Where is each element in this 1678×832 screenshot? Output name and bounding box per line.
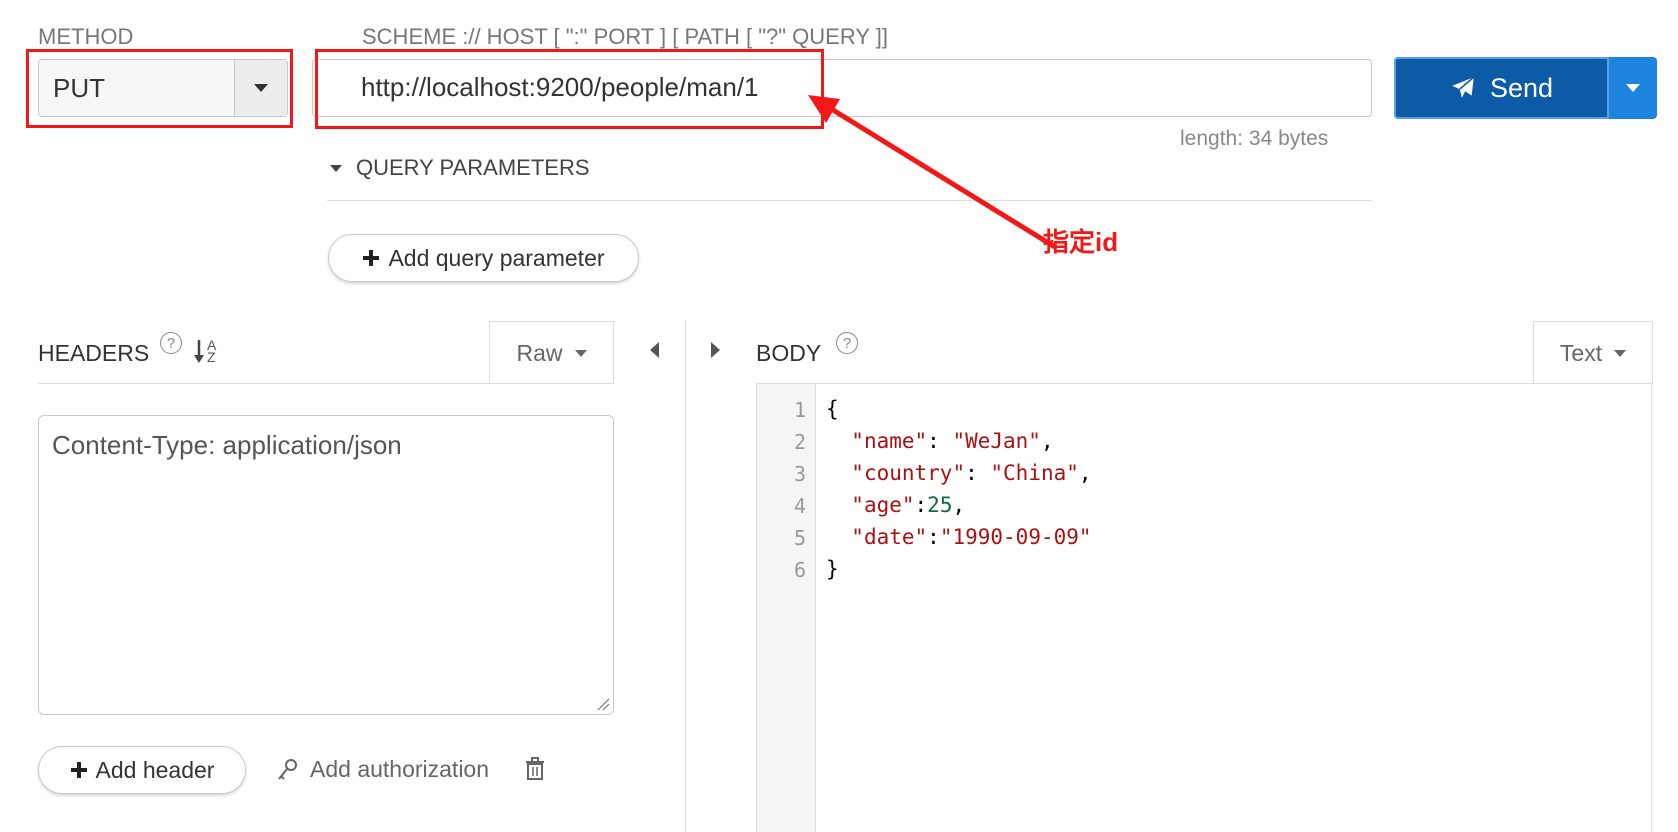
add-authorization-label: Add authorization [310,756,490,782]
send-label: Send [1489,72,1554,103]
trash-icon[interactable] [524,757,546,781]
annotation-method-box [26,49,293,128]
sort-letter-bottom: Z [207,349,216,365]
line-number: 3 [793,462,806,486]
query-parameters-label: QUERY PARAMETERS [356,155,590,180]
line-number: 6 [793,558,806,582]
help-icon[interactable]: ? [836,332,858,354]
body-title: BODY [756,340,822,366]
send-options-button[interactable] [1609,57,1657,119]
method-label: METHOD [38,24,134,49]
code-line: } [826,557,839,581]
annotation-arrow [808,95,1057,250]
divider [38,383,613,384]
code-line: { [826,397,839,421]
collapse-right-icon[interactable] [711,342,720,358]
headers-textarea[interactable]: Content-Type: application/json [38,415,614,715]
headers-content: Content-Type: application/json [52,430,402,460]
chevron-down-icon [1614,349,1627,357]
line-number-gutter: 1 2 3 4 5 6 [757,384,816,832]
key-icon [278,758,297,780]
url-length: length: 34 bytes [1180,127,1329,150]
panel-divider[interactable] [685,320,686,832]
send-button[interactable]: Send [1394,57,1609,119]
code-line: "country": "China", [851,461,1092,485]
caret-down-icon [330,164,342,172]
query-parameters-toggle[interactable]: QUERY PARAMETERS [330,155,590,181]
headers-mode-label: Raw [516,339,563,366]
url-format-label: SCHEME :// HOST [ ":" PORT ] [ PATH [ "?… [362,24,888,49]
line-number: 1 [793,398,806,422]
chevron-down-icon [574,349,587,357]
code-line: "date":"1990-09-09" [851,525,1092,549]
add-header-button[interactable]: Add header [38,746,246,794]
add-header-label: Add header [95,756,215,783]
headers-title: HEADERS [38,340,150,366]
body-mode-label: Text [1559,339,1603,366]
add-query-parameter-label: Add query parameter [388,244,605,271]
annotation-url-box [315,49,824,129]
body-mode-dropdown[interactable]: Text [1533,321,1653,384]
add-query-parameter-button[interactable]: Add query parameter [328,234,639,282]
plus-icon [70,762,87,778]
body-editor[interactable]: 1 2 3 4 5 6 { "name": "WeJan", "country"… [756,384,1652,832]
chevron-down-icon [1626,84,1640,92]
headers-mode-dropdown[interactable]: Raw [489,321,614,384]
code-line: "name": "WeJan", [851,429,1054,453]
code-line: "age":25, [851,493,966,517]
add-authorization-button[interactable]: Add authorization [276,756,489,783]
resize-handle-icon[interactable] [596,697,610,711]
collapse-left-icon[interactable] [650,342,659,358]
line-number: 2 [793,430,806,454]
sort-alpha-icon[interactable]: A Z [192,338,216,364]
line-number: 4 [793,494,806,518]
paper-plane-icon [1452,76,1475,98]
annotation-text: 指定id [1043,227,1119,257]
line-number: 5 [793,526,806,550]
plus-icon [363,250,380,266]
help-icon[interactable]: ? [160,332,182,354]
